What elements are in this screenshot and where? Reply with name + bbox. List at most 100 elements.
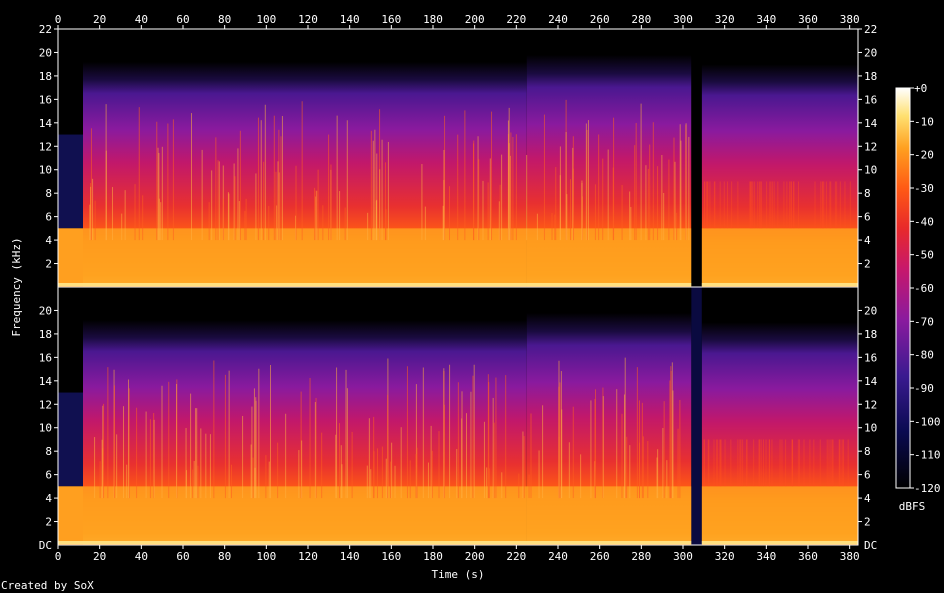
y-tick-label: 4 xyxy=(864,234,871,247)
y-tick-label: 6 xyxy=(45,469,52,482)
y-tick-label: 10 xyxy=(39,422,52,435)
y-tick-label: 18 xyxy=(864,70,877,83)
y-tick-label: 14 xyxy=(864,375,878,388)
y-tick-label: 2 xyxy=(45,258,52,271)
y-tick-label: 10 xyxy=(864,422,877,435)
y-tick-label: 6 xyxy=(45,211,52,224)
x-tick-label: 180 xyxy=(423,550,443,563)
y-tick-label: 16 xyxy=(864,351,877,364)
x-tick-label: 320 xyxy=(715,550,735,563)
y-tick-label: 6 xyxy=(864,469,871,482)
colorbar-tick-label: -120 xyxy=(914,482,941,495)
x-tick-label: 220 xyxy=(506,13,526,26)
silence-gap xyxy=(691,29,702,287)
x-tick-label: 260 xyxy=(590,13,610,26)
x-tick-label: 120 xyxy=(298,550,318,563)
colorbar-tick-label: -80 xyxy=(914,349,934,362)
dc-band xyxy=(58,541,858,544)
x-tick-label: 160 xyxy=(381,550,401,563)
x-tick-label: 40 xyxy=(135,13,148,26)
x-tick-label: 300 xyxy=(673,550,693,563)
x-tick-label: 240 xyxy=(548,13,568,26)
x-tick-label: 280 xyxy=(631,550,651,563)
low-frequency-band xyxy=(701,486,858,545)
y-tick-label: 12 xyxy=(864,140,877,153)
colorbar-tick-label: -70 xyxy=(914,315,934,328)
colorbar-tick-label: -30 xyxy=(914,182,934,195)
channel-2-plot xyxy=(58,287,858,545)
x-tick-label: 300 xyxy=(673,13,693,26)
y-tick-label: 20 xyxy=(39,46,52,59)
y-tick-label: 18 xyxy=(864,328,877,341)
y-tick-label: 12 xyxy=(39,398,52,411)
dc-band xyxy=(58,283,858,286)
x-tick-label: 0 xyxy=(55,550,62,563)
y-tick-label: 20 xyxy=(39,304,52,317)
y-tick-label: 12 xyxy=(39,140,52,153)
x-tick-label: 240 xyxy=(548,550,568,563)
y-tick-dc: DC xyxy=(864,539,877,552)
x-tick-label: 140 xyxy=(340,13,360,26)
y-tick-label: 4 xyxy=(45,234,52,247)
x-tick-label: 280 xyxy=(631,13,651,26)
y-tick-label: 20 xyxy=(864,46,877,59)
x-tick-label: 180 xyxy=(423,13,443,26)
colorbar-tick-label: -20 xyxy=(914,149,934,162)
x-tick-label: 360 xyxy=(798,13,818,26)
x-tick-label: 160 xyxy=(381,13,401,26)
x-tick-label: 220 xyxy=(506,550,526,563)
x-tick-label: 260 xyxy=(590,550,610,563)
y-axis-label: Frequency (kHz) xyxy=(10,237,23,336)
colorbar-tick-label: -100 xyxy=(914,415,941,428)
x-tick-label: 360 xyxy=(798,550,818,563)
y-tick-label: 4 xyxy=(45,492,52,505)
y-tick-label: 18 xyxy=(39,70,52,83)
y-tick-label: 8 xyxy=(864,445,871,458)
x-tick-label: 200 xyxy=(465,13,485,26)
x-tick-label: 380 xyxy=(840,13,860,26)
x-tick-label: 80 xyxy=(218,13,231,26)
y-tick-label: 2 xyxy=(864,258,871,271)
colorbar-ticks: +0 -10 -20 -30 -40 -50 -60 -70 -80 -90 -100 -110 -12… xyxy=(910,82,941,495)
x-tick-label: 200 xyxy=(465,550,485,563)
silence-gap xyxy=(691,287,702,545)
x-tick-label: 120 xyxy=(298,13,318,26)
y-tick-label: 22 xyxy=(39,23,52,36)
y-tick-label: 2 xyxy=(45,516,52,529)
y-tick-label: 6 xyxy=(864,211,871,224)
colorbar-tick-label: -10 xyxy=(914,115,934,128)
colorbar-tick-label: -110 xyxy=(914,449,941,462)
x-tick-label: 340 xyxy=(756,13,776,26)
colorbar-tick-label: +0 xyxy=(914,82,927,95)
x-tick-label: 60 xyxy=(176,550,189,563)
colorbar-tick-label: -90 xyxy=(914,382,934,395)
low-frequency-band xyxy=(58,486,692,545)
y-tick-label: 8 xyxy=(864,187,871,200)
x-tick-label: 80 xyxy=(218,550,231,563)
y-tick-label: 14 xyxy=(39,375,53,388)
x-tick-label: 100 xyxy=(256,13,276,26)
colorbar-tick-label: -50 xyxy=(914,249,934,262)
y-tick-label: 16 xyxy=(39,351,52,364)
x-tick-label: 380 xyxy=(840,550,860,563)
x-tick-label: 340 xyxy=(756,550,776,563)
y-tick-label: 10 xyxy=(864,164,877,177)
x-tick-label: 20 xyxy=(93,550,106,563)
x-tick-label: 100 xyxy=(256,550,276,563)
colorbar-tick-label: -40 xyxy=(914,215,934,228)
y-tick-label: 16 xyxy=(39,93,52,106)
x-tick-label: 20 xyxy=(93,13,106,26)
x-axis-bottom: 0 20 40 60 80 100 120 140 160 180 200 220 240 260 280 3… xyxy=(55,545,860,563)
y-tick-dc: DC xyxy=(39,539,52,552)
sox-credit: Created by SoX xyxy=(1,579,94,592)
x-axis-top: 0 20 40 60 80 100 120 140 160 180 200 220 240 260 280 3… xyxy=(55,13,860,29)
x-tick-label: 140 xyxy=(340,550,360,563)
y-tick-label: 18 xyxy=(39,328,52,341)
y-tick-label: 22 xyxy=(864,23,877,36)
channel-1-plot xyxy=(58,29,858,287)
intro-low-energy xyxy=(58,134,83,229)
y-tick-label: 8 xyxy=(45,445,52,458)
y-axis-right: 22 20 18 16 14 12 10 8 6 4 2 20 18 16 14 12 10 8 6 4 2 DC xyxy=(858,23,878,552)
y-tick-label: 14 xyxy=(39,117,53,130)
x-axis-label: Time (s) xyxy=(432,568,485,581)
